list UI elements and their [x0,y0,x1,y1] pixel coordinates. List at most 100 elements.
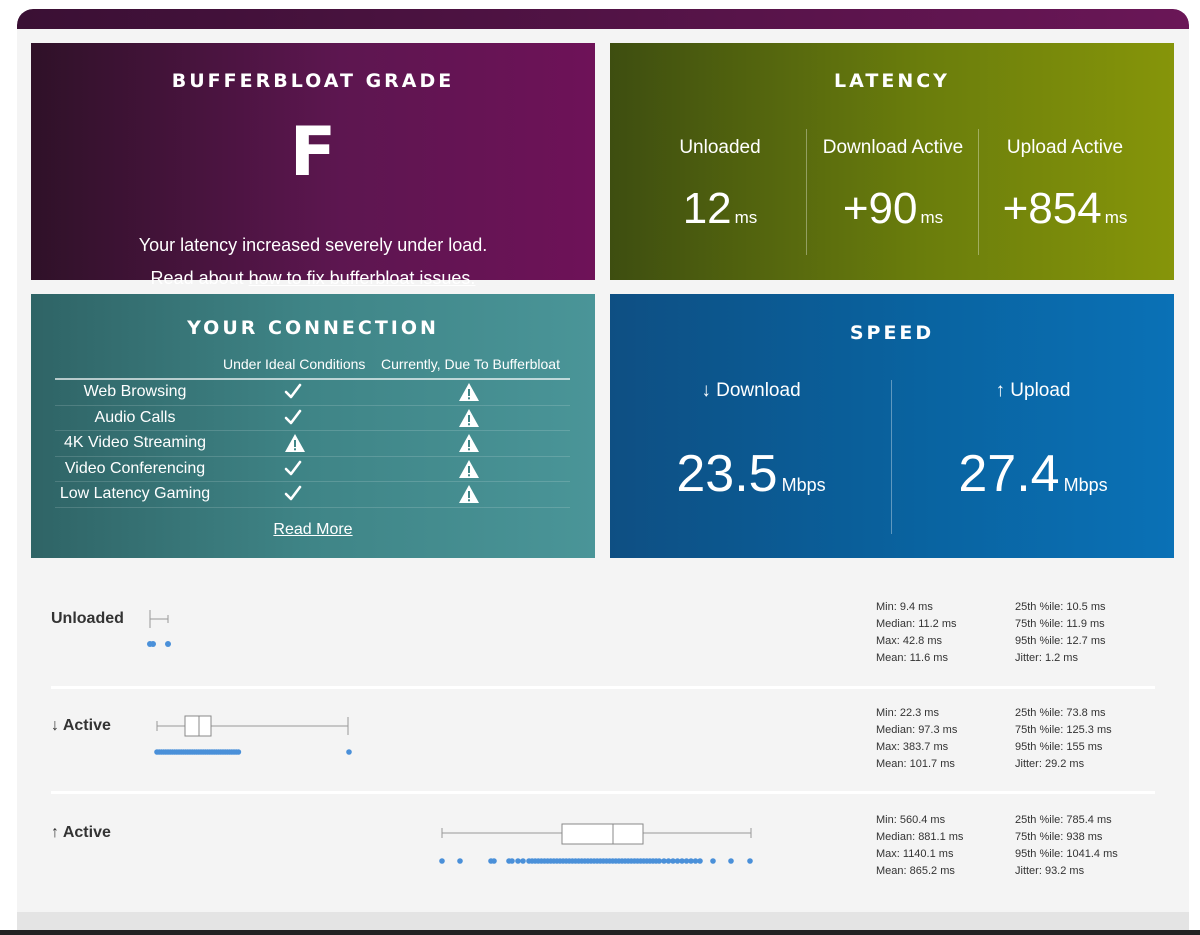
stats-upload-active-row: ↑ Active Min: 560.4 ms Median: 881.1 ms … [51,791,1155,884]
speed-download: ↓ Download 23.5 Mbps [610,380,892,534]
latency-value-line: 12 ms [634,183,806,244]
stat-jitter: Jitter: 93.2 ms [1015,865,1085,877]
sample-dot [728,858,734,864]
connection-row: Low Latency Gaming [55,482,570,508]
col-ideal-header: Under Ideal Conditions [223,356,366,372]
stat-median: Median: 11.2 ms [876,618,957,630]
sample-dot [515,858,521,864]
fix-bufferbloat-link[interactable]: how to fix bufferbloat issues. [249,268,476,288]
connection-task: Web Browsing [83,383,187,400]
upload-latency-boxplot [439,823,753,864]
latency-unit: ms [1104,208,1128,227]
col-now-header: Currently, Due To Bufferbloat [381,356,560,372]
speed-upload: ↑ Upload 27.4 Mbps [891,380,1174,534]
warning-icon [458,382,480,407]
stats-col-a: Min: 22.3 ms Median: 97.3 ms Max: 383.7 … [876,705,957,773]
connection-row: Video Conferencing [55,457,570,484]
sample-dot [165,641,171,647]
top-bar [17,9,1189,29]
latency-value-line: +90 ms [807,183,979,244]
stat-max: Max: 383.7 ms [876,741,949,753]
latency-title: LATENCY [834,70,950,92]
bufferbloat-grade-card: BUFFERBLOAT GRADE F Your latency increas… [31,43,595,288]
sample-dot [439,858,445,864]
latency-value-line: +854 ms [979,183,1151,244]
grade-title: BUFFERBLOAT GRADE [171,70,455,92]
upload-label: ↑ Upload [995,380,1071,401]
connection-title: YOUR CONNECTION [187,317,439,339]
download-unit: Mbps [781,475,826,495]
stats-download-active-row: ↓ Active Min: 22.3 ms Median: 97.3 ms Ma… [51,686,1155,779]
sample-dot [520,858,526,864]
download-value: 23.5 [676,445,778,503]
connection-row: Web Browsing [55,380,570,406]
upload-value-line: 27.4 Mbps [892,444,1174,515]
read-more-line: Read More [31,521,595,539]
stat-jitter: Jitter: 29.2 ms [1015,758,1085,770]
sample-dots [439,858,753,864]
your-connection-card: YOUR CONNECTION Under Ideal Conditions C… [31,294,595,558]
sample-dot [747,858,753,864]
sample-dot [509,858,515,864]
latency-unit: ms [920,208,944,227]
stats-col-b: 25th %ile: 785.4 ms 75th %ile: 938 ms 95… [1015,812,1118,880]
upload-unit: Mbps [1063,475,1108,495]
sample-dot [150,641,156,647]
stat-mean: Mean: 11.6 ms [876,652,948,664]
connection-task: Video Conferencing [64,459,206,477]
sample-dot [235,749,242,755]
connection-task: Low Latency Gaming [59,485,211,502]
download-latency-boxplot [154,715,352,755]
stats-col-a: Min: 9.4 ms Median: 11.2 ms Max: 42.8 ms… [876,599,957,667]
stat-mean: Mean: 865.2 ms [876,865,955,877]
sample-dot [697,858,703,864]
warning-icon [458,459,480,484]
stat-p95: 95th %ile: 1041.4 ms [1015,848,1118,860]
stat-median: Median: 881.1 ms [876,831,964,843]
latency-download-active: Download Active +90 ms [806,129,979,255]
sample-dot [491,858,497,864]
latency-upload-active: Upload Active +854 ms [978,129,1151,255]
stat-max: Max: 1140.1 ms [876,848,954,860]
latency-card: LATENCY Unloaded 12 ms Download Active +9… [610,43,1174,280]
latency-value: +854 [1002,184,1102,233]
speed-title: SPEED [849,322,935,344]
latency-label: Download Active [822,137,964,158]
page-bottom-edge [0,930,1200,935]
stat-p25: 25th %ile: 73.8 ms [1015,707,1106,719]
stat-p75: 75th %ile: 938 ms [1015,831,1103,843]
latency-unloaded: Unloaded 12 ms [634,129,806,255]
check-icon [284,408,302,431]
grade-message: Your latency increased severely under lo… [138,235,488,255]
stat-jitter: Jitter: 1.2 ms [1015,652,1078,664]
download-label: ↓ Download [701,380,801,401]
latency-value: +90 [842,184,918,233]
speed-card: SPEED ↓ Download 23.5 Mbps ↑ Upload 27.4 M… [610,294,1174,558]
latency-label: Upload Active [1006,137,1124,158]
connection-task: Audio Calls [94,408,176,426]
connection-row: 4K Video Streaming [55,431,570,457]
stat-p25: 25th %ile: 10.5 ms [1015,601,1106,613]
sample-dot [457,858,463,864]
warning-icon [458,484,480,509]
warning-icon [458,408,480,433]
stat-min: Min: 9.4 ms [876,601,933,613]
sample-dots [154,749,352,755]
latency-value: 12 [682,184,732,233]
sample-dot [346,749,352,755]
stat-p25: 25th %ile: 785.4 ms [1015,814,1112,826]
check-icon [284,459,302,482]
latency-unit: ms [734,208,758,227]
stat-max: Max: 42.8 ms [876,635,943,647]
check-icon [284,382,302,405]
unloaded-latency-boxplot [147,610,171,647]
stat-median: Median: 97.3 ms [876,724,958,736]
download-value-line: 23.5 Mbps [610,444,892,515]
stat-p95: 95th %ile: 12.7 ms [1015,635,1106,647]
read-more-link[interactable]: Read More [273,521,352,538]
grade-fix-line: Read about how to fix bufferbloat issues… [31,268,595,289]
connection-row: Audio Calls [55,406,570,433]
stats-unloaded-row: Unloaded Min: 9.4 ms Median: 11.2 ms Max… [51,596,1155,686]
stat-mean: Mean: 101.7 ms [876,758,955,770]
sample-dot [710,858,716,864]
